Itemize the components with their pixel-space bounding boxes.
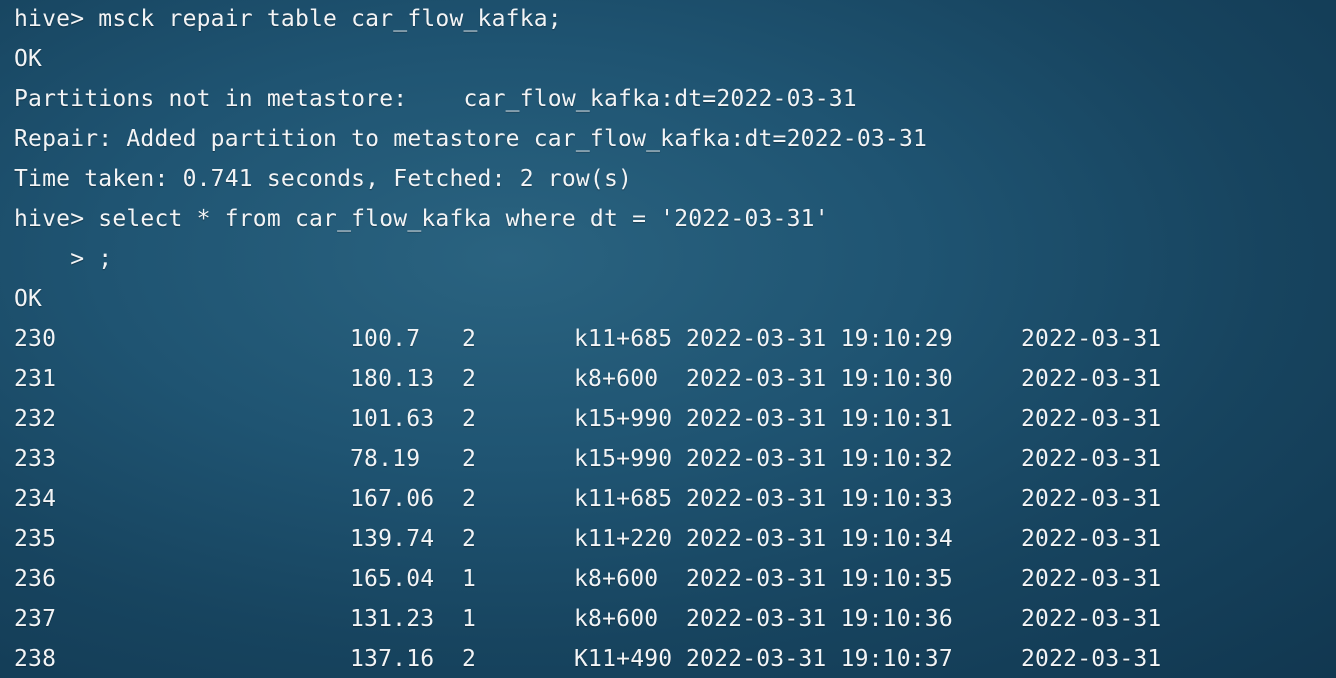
- cell-lane: 2: [462, 646, 477, 672]
- cell-id: 238: [14, 646, 57, 672]
- cell-speed: 131.23: [350, 606, 435, 632]
- cell-location: k8+600: [574, 566, 659, 592]
- cell-time: 2022-03-31 19:10:36: [686, 606, 953, 632]
- cell-time: 2022-03-31 19:10:31: [686, 406, 953, 432]
- cell-id: 234: [14, 486, 57, 512]
- cell-dt: 2022-03-31: [1021, 526, 1162, 552]
- cell-location: k11+685: [574, 486, 673, 512]
- cell-location: k15+990: [574, 446, 673, 472]
- terminal-line-ok: OK: [14, 46, 43, 72]
- cell-speed: 78.19: [350, 446, 421, 472]
- cell-speed: 101.63: [350, 406, 435, 432]
- cell-location: k15+990: [574, 406, 673, 432]
- cell-dt: 2022-03-31: [1021, 646, 1162, 672]
- cell-speed: 180.13: [350, 366, 435, 392]
- cell-dt: 2022-03-31: [1021, 406, 1162, 432]
- cell-id: 230: [14, 326, 57, 352]
- cell-speed: 167.06: [350, 486, 435, 512]
- cell-dt: 2022-03-31: [1021, 486, 1162, 512]
- cell-location: k11+220: [574, 526, 673, 552]
- cell-time: 2022-03-31 19:10:32: [686, 446, 953, 472]
- cell-lane: 2: [462, 406, 477, 432]
- cell-dt: 2022-03-31: [1021, 366, 1162, 392]
- cell-lane: 2: [462, 366, 477, 392]
- cell-id: 233: [14, 446, 57, 472]
- cell-time: 2022-03-31 19:10:33: [686, 486, 953, 512]
- cell-id: 232: [14, 406, 57, 432]
- terminal-line-continuation: > ;: [14, 246, 113, 272]
- cell-dt: 2022-03-31: [1021, 566, 1162, 592]
- cell-location: k8+600: [574, 606, 659, 632]
- terminal-line-ok: OK: [14, 286, 43, 312]
- cell-location: k8+600: [574, 366, 659, 392]
- cell-lane: 2: [462, 446, 477, 472]
- cell-time: 2022-03-31 19:10:35: [686, 566, 953, 592]
- terminal-window[interactable]: hive> msck repair table car_flow_kafka; …: [0, 0, 1336, 678]
- cell-speed: 139.74: [350, 526, 435, 552]
- terminal-line-partitions: Partitions not in metastore: car_flow_ka…: [14, 86, 857, 112]
- cell-dt: 2022-03-31: [1021, 606, 1162, 632]
- cell-lane: 1: [462, 566, 477, 592]
- cell-time: 2022-03-31 19:10:29: [686, 326, 953, 352]
- cell-time: 2022-03-31 19:10:30: [686, 366, 953, 392]
- cell-dt: 2022-03-31: [1021, 446, 1162, 472]
- cell-lane: 2: [462, 526, 477, 552]
- cell-dt: 2022-03-31: [1021, 326, 1162, 352]
- cell-lane: 2: [462, 326, 477, 352]
- cell-location: k11+685: [574, 326, 673, 352]
- cell-lane: 1: [462, 606, 477, 632]
- terminal-line-time-taken: Time taken: 0.741 seconds, Fetched: 2 ro…: [14, 166, 633, 192]
- cell-speed: 165.04: [350, 566, 435, 592]
- cell-speed: 137.16: [350, 646, 435, 672]
- terminal-line-command-select: hive> select * from car_flow_kafka where…: [14, 206, 829, 232]
- cell-speed: 100.7: [350, 326, 421, 352]
- terminal-line-repair: Repair: Added partition to metastore car…: [14, 126, 928, 152]
- cell-id: 236: [14, 566, 57, 592]
- cell-time: 2022-03-31 19:10:37: [686, 646, 953, 672]
- terminal-line-command-msck: hive> msck repair table car_flow_kafka;: [14, 6, 562, 32]
- cell-time: 2022-03-31 19:10:34: [686, 526, 953, 552]
- cell-lane: 2: [462, 486, 477, 512]
- cell-location: K11+490: [574, 646, 673, 672]
- cell-id: 235: [14, 526, 57, 552]
- cell-id: 237: [14, 606, 57, 632]
- cell-id: 231: [14, 366, 57, 392]
